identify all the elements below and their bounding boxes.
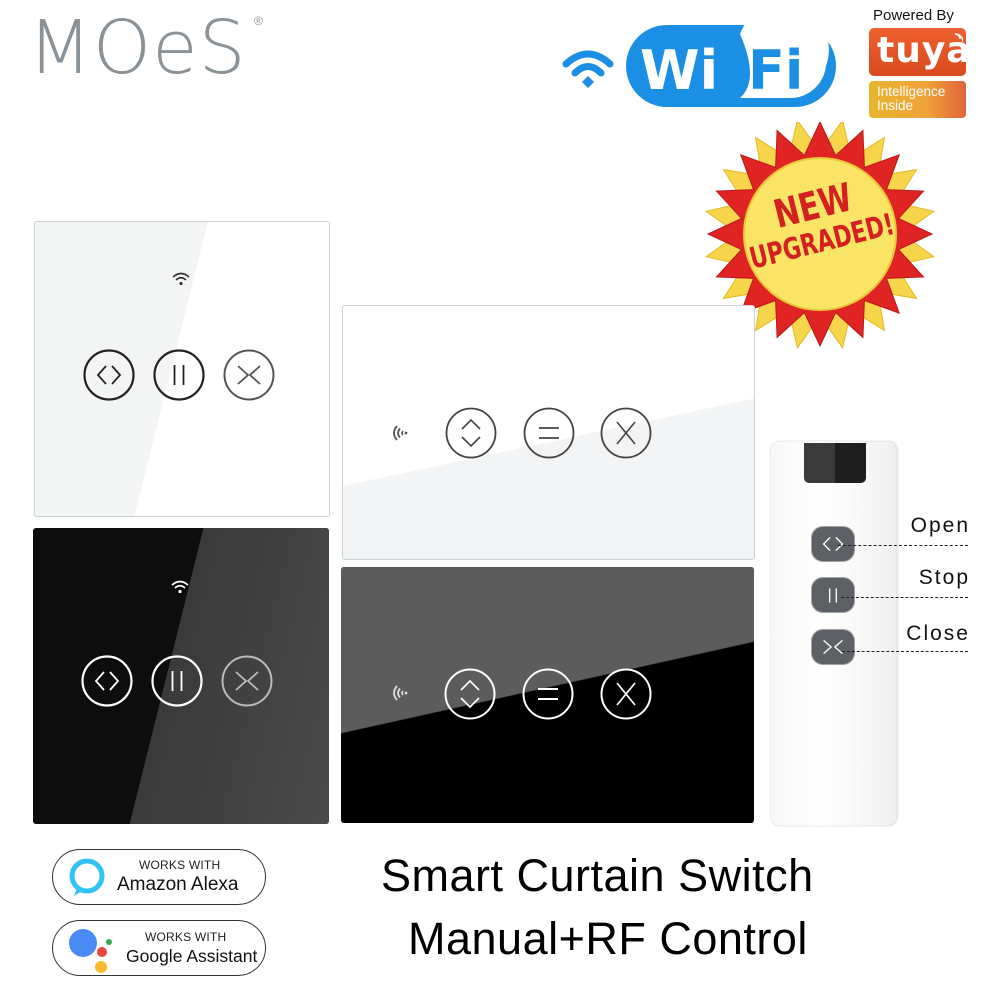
close-icon	[823, 639, 843, 655]
stop-button[interactable]	[523, 407, 575, 459]
callout-line-close	[842, 651, 968, 652]
wifi-text-wi: Wi	[640, 39, 718, 102]
up-down-button[interactable]	[444, 668, 496, 720]
title-line-1: Smart Curtain Switch	[381, 850, 814, 901]
stop-button[interactable]	[522, 668, 574, 720]
remote-close-button[interactable]	[811, 629, 855, 665]
tagline-line2: Inside	[877, 98, 914, 113]
works-with-alexa-badge: WORKS WITH Amazon Alexa	[52, 849, 266, 905]
pause-icon	[153, 349, 205, 401]
white-landscape-panel	[342, 305, 755, 560]
works-with-google-badge: WORKS WITH Google Assistant	[52, 920, 266, 976]
remote-label-stop: Stop	[918, 566, 970, 589]
close-button[interactable]	[600, 668, 652, 720]
callout-line-stop	[841, 597, 968, 598]
moes-logo-text: MOeS	[28, 5, 247, 91]
wifi-logo: Wi Fi	[560, 4, 840, 110]
remote-stop-button[interactable]	[811, 577, 855, 613]
black-landscape-panel	[341, 567, 754, 823]
open-button[interactable]	[83, 349, 135, 401]
close-icon	[221, 655, 273, 707]
wifi-icon	[172, 272, 190, 286]
tuya-logo: tuya	[869, 28, 971, 76]
rf-signal-icon	[393, 685, 408, 701]
up-down-button[interactable]	[445, 407, 497, 459]
open-icon	[81, 655, 133, 707]
remote-open-button[interactable]	[811, 526, 855, 562]
remote-label-open: Open	[910, 514, 970, 537]
black-square-panel	[33, 528, 329, 824]
title-line-2: Manual+RF Control	[408, 913, 808, 964]
remote-ir-window	[804, 443, 866, 483]
alexa-name: Amazon Alexa	[117, 874, 239, 895]
close-x-icon	[600, 668, 652, 720]
close-button[interactable]	[221, 655, 273, 707]
moes-logo: MOeS	[28, 8, 268, 88]
close-button[interactable]	[600, 407, 652, 459]
close-icon	[223, 349, 275, 401]
wifi-text-fi: Fi	[748, 39, 803, 102]
pause-icon	[151, 655, 203, 707]
stop-button[interactable]	[153, 349, 205, 401]
close-x-icon	[600, 407, 652, 459]
rf-signal-icon	[393, 425, 408, 441]
google-assistant-name: Google Assistant	[126, 946, 258, 966]
google-assistant-icon	[69, 929, 112, 973]
open-button[interactable]	[81, 655, 133, 707]
wifi-signal-icon: Wi Fi	[562, 4, 836, 107]
close-button[interactable]	[223, 349, 275, 401]
stop-button[interactable]	[151, 655, 203, 707]
intelligence-inside-badge: Intelligence Inside	[869, 81, 966, 118]
stop-lines-icon	[523, 407, 575, 459]
stop-lines-icon	[522, 668, 574, 720]
works-with-label: WORKS WITH	[145, 930, 227, 944]
registered-mark: ®	[254, 14, 263, 28]
open-icon	[83, 349, 135, 401]
open-icon	[822, 536, 844, 552]
powered-by-label: Powered By	[873, 7, 954, 24]
works-with-label: WORKS WITH	[139, 858, 221, 872]
up-down-icon	[445, 407, 497, 459]
up-down-icon	[444, 668, 496, 720]
wifi-icon	[171, 580, 189, 594]
rf-remote	[770, 441, 897, 826]
remote-label-close: Close	[906, 622, 970, 645]
white-square-panel	[34, 221, 330, 517]
callout-line-open	[838, 545, 968, 546]
alexa-icon	[69, 858, 105, 896]
pause-icon	[829, 588, 837, 603]
tagline-line1: Intelligence	[877, 84, 946, 99]
tuya-signal-icon	[954, 33, 963, 43]
